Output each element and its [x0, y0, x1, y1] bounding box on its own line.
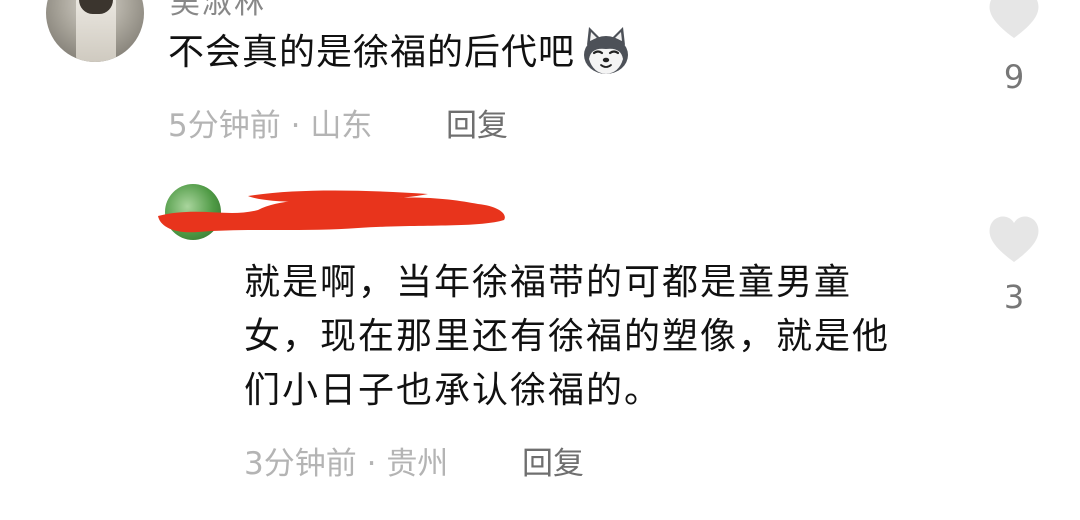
reply-text-line: 女，现在那里还有徐福的塑像，就是他	[244, 316, 891, 357]
avatar[interactable]	[46, 0, 144, 62]
reply-text-line: 们小日子也承认徐福的。	[244, 370, 663, 411]
like-count: 9	[1003, 58, 1025, 96]
husky-dog-emoji-icon	[584, 27, 629, 74]
like-count: 3	[1003, 278, 1025, 316]
comment-body: 不会真的是徐福的后代吧	[168, 32, 576, 73]
heart-like-icon[interactable]	[986, 0, 1042, 44]
reply-text-line: 就是啊，当年徐福带的可都是童男童	[244, 262, 853, 303]
comment-username[interactable]: 吴淑林	[170, 0, 266, 22]
comment-location: 贵州	[386, 446, 449, 482]
heart-like-icon[interactable]	[986, 212, 1042, 268]
reply-text: 就是啊，当年徐福带的可都是童男童 女，现在那里还有徐福的塑像，就是他 们小日子也…	[244, 256, 944, 418]
meta-separator: ·	[366, 446, 377, 482]
redaction-mark	[158, 190, 505, 233]
meta-separator: ·	[290, 108, 301, 144]
comment-text: 不会真的是徐福的后代吧	[168, 27, 633, 80]
reply-button[interactable]: 回复	[446, 106, 508, 146]
reply-button[interactable]: 回复	[522, 444, 584, 484]
comment-time: 5分钟前	[168, 108, 281, 144]
comment-thread: 吴淑林 不会真的是徐福的后代吧 5分钟前 · 山东 回复 9 就是啊，当年徐福带…	[0, 0, 1080, 520]
comment-meta: 5分钟前 · 山东	[168, 106, 372, 146]
comment-time: 3分钟前	[244, 446, 357, 482]
comment-meta: 3分钟前 · 贵州	[244, 444, 448, 484]
comment-location: 山东	[310, 108, 373, 144]
